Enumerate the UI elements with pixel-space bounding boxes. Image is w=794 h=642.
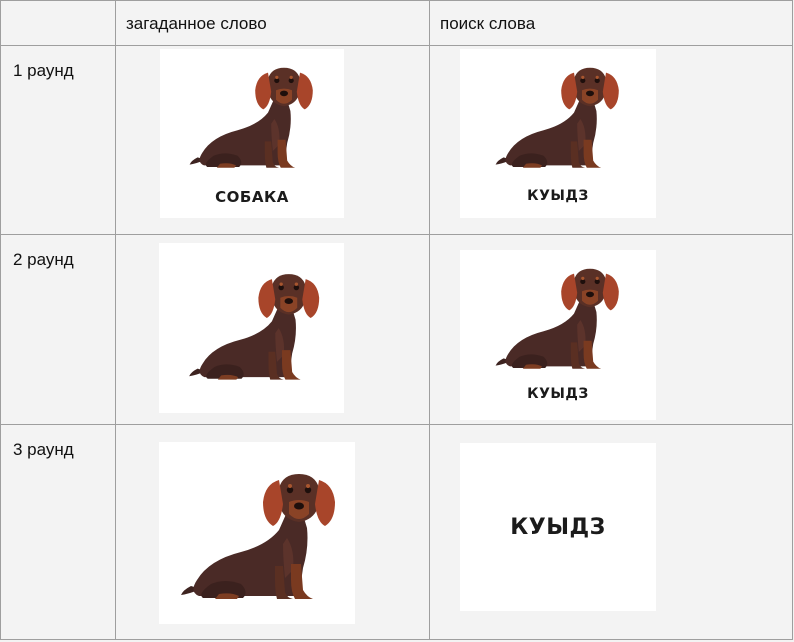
word-search-cell: КУЫДЗ: [429, 424, 793, 640]
round-label: 1 раунд: [13, 61, 74, 80]
guessed-word-cell: [115, 424, 430, 640]
header-cell-word-search: поиск слова: [429, 0, 793, 46]
guessed-word-cell: [115, 234, 430, 425]
round-label-cell: 2 раунд: [0, 234, 116, 425]
dachshund-illustration: [189, 67, 313, 168]
word-card: КУЫДЗ: [460, 443, 656, 611]
rounds-table: загаданное слово поиск слова 1 раунд СОБ…: [0, 0, 793, 640]
table-row: 2 раунд КУЫДЗ: [0, 234, 793, 425]
guessed-word-cell: СОБАКА: [115, 45, 430, 235]
card-caption: КУЫДЗ: [527, 386, 589, 402]
word-card: КУЫДЗ: [460, 49, 656, 218]
word-card: КУЫДЗ: [460, 250, 656, 420]
card-caption: СОБАКА: [215, 188, 289, 206]
header-row: загаданное слово поиск слова: [0, 0, 793, 46]
word-search-cell: КУЫДЗ: [429, 45, 793, 235]
header-cell-guessed-word: загаданное слово: [115, 0, 430, 46]
round-label: 2 раунд: [13, 250, 74, 269]
dachshund-illustration: [495, 67, 619, 168]
word-card: [159, 243, 344, 413]
table-row: 1 раунд СОБАКА КУЫДЗ: [0, 45, 793, 235]
word-search-cell: КУЫДЗ: [429, 234, 793, 425]
card-caption: КУЫДЗ: [527, 188, 589, 204]
dachshund-illustration: [181, 474, 335, 599]
header-guessed-word: загаданное слово: [126, 14, 267, 33]
card-caption: КУЫДЗ: [510, 515, 606, 540]
dachshund-illustration: [189, 274, 320, 380]
round-label-cell: 1 раунд: [0, 45, 116, 235]
header-cell-empty: [0, 0, 116, 46]
header-word-search: поиск слова: [440, 14, 536, 33]
table-row: 3 раунд КУЫДЗ: [0, 424, 793, 640]
round-label-cell: 3 раунд: [0, 424, 116, 640]
dachshund-illustration: [495, 268, 619, 369]
word-card: СОБАКА: [160, 49, 344, 218]
round-label: 3 раунд: [13, 440, 74, 459]
word-card: [159, 442, 355, 624]
header-col1: [1, 1, 115, 45]
